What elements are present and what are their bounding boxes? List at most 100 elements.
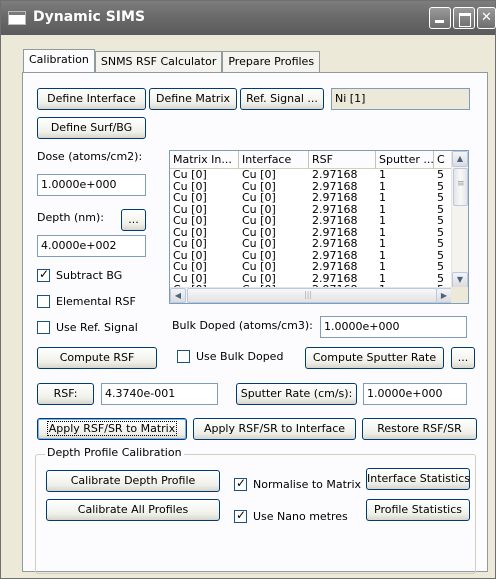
restore-rsf-sr-button[interactable]: Restore RSF/SR bbox=[362, 418, 477, 440]
minimize-button[interactable] bbox=[429, 7, 451, 29]
cell-c: 5 bbox=[437, 226, 444, 238]
profile-statistics-button[interactable]: Profile Statistics bbox=[366, 499, 470, 521]
depth-profile-calibration-title: Depth Profile Calibration bbox=[45, 446, 184, 459]
define-interface-button[interactable]: Define Interface bbox=[37, 88, 146, 110]
vertical-scroll-thumb[interactable] bbox=[453, 168, 468, 206]
close-icon: ✕ bbox=[481, 10, 492, 25]
use-ref-signal-label: Use Ref. Signal bbox=[56, 320, 138, 334]
window-title: Dynamic SIMS bbox=[33, 9, 146, 25]
scroll-down-arrow-icon[interactable]: ▼ bbox=[452, 272, 468, 288]
table-row[interactable]: Cu [0] Cu [0] 2.97168 1 5 bbox=[170, 215, 452, 227]
use-nano-metres-label: Use Nano metres bbox=[253, 509, 348, 523]
compute-rsf-button[interactable]: Compute RSF bbox=[37, 347, 157, 369]
rsf-button[interactable]: RSF: bbox=[37, 383, 94, 405]
tab-snms-rsf-calculator[interactable]: SNMS RSF Calculator bbox=[94, 51, 223, 73]
column-header-interface[interactable]: Interface bbox=[239, 151, 309, 169]
horizontal-scrollbar[interactable]: ◀ ▶ bbox=[170, 287, 452, 303]
table-row[interactable]: Cu [0] Cu [0] 2.97168 1 5 bbox=[170, 227, 452, 239]
subtract-bg-checkbox[interactable]: Subtract BG bbox=[37, 267, 123, 282]
table-row[interactable]: Cu [0] Cu [0] 2.97168 1 5 bbox=[170, 192, 452, 204]
apply-rsf-sr-to-matrix-button[interactable]: Apply RSF/SR to Matrix bbox=[37, 418, 187, 440]
cell-c: 5 bbox=[437, 272, 444, 284]
use-bulk-doped-checkbox[interactable]: Use Bulk Doped bbox=[177, 349, 283, 363]
vertical-scrollbar[interactable]: ▲ ▼ bbox=[451, 151, 468, 288]
dose-input[interactable]: 1.0000e+000 bbox=[37, 174, 146, 196]
title-bar[interactable]: Dynamic SIMS ✕ bbox=[1, 1, 496, 35]
tab-prepare-profiles[interactable]: Prepare Profiles bbox=[222, 51, 321, 73]
ref-signal-field: Ni [1] bbox=[331, 88, 470, 110]
checkbox-checked-icon bbox=[234, 476, 247, 491]
close-button[interactable]: ✕ bbox=[477, 7, 496, 29]
checkbox-checked-icon bbox=[234, 508, 247, 523]
define-surf-bg-button[interactable]: Define Surf/BG bbox=[37, 117, 146, 139]
sputter-rate-input[interactable]: 1.0000e+000 bbox=[363, 383, 467, 405]
cell-rsf: 2.97168 bbox=[312, 238, 358, 250]
subtract-bg-label: Subtract BG bbox=[56, 268, 123, 282]
scroll-right-arrow-icon[interactable]: ▶ bbox=[436, 288, 452, 303]
column-header-c[interactable]: C bbox=[434, 151, 452, 169]
cell-c: 5 bbox=[437, 261, 444, 273]
normalise-to-matrix-checkbox[interactable]: Normalise to Matrix bbox=[234, 476, 362, 491]
calibration-table[interactable]: Matrix In... Interface RSF Sputter ... C… bbox=[169, 150, 469, 304]
table-row[interactable]: Cu [0] Cu [0] 2.97168 1 5 bbox=[170, 238, 452, 250]
table-row[interactable]: Cu [0] Cu [0] 2.97168 1 5 bbox=[170, 204, 452, 216]
bulk-doped-input[interactable]: 1.0000e+000 bbox=[320, 316, 467, 338]
cell-c: 5 bbox=[437, 249, 444, 261]
cell-rsf: 2.97168 bbox=[312, 215, 358, 227]
cell-matrix: Cu [0] bbox=[173, 272, 207, 284]
table-row[interactable]: Cu [0] Cu [0] 2.97168 1 5 bbox=[170, 250, 452, 262]
checkbox-empty-icon bbox=[37, 320, 50, 334]
table-header: Matrix In... Interface RSF Sputter ... C bbox=[170, 151, 452, 169]
elemental-rsf-checkbox[interactable]: Elemental RSF bbox=[37, 294, 136, 308]
scroll-corner bbox=[451, 287, 468, 303]
cell-rsf: 2.97168 bbox=[312, 203, 358, 215]
sputter-options-button[interactable]: ... bbox=[451, 347, 475, 369]
use-nano-metres-checkbox[interactable]: Use Nano metres bbox=[234, 508, 348, 523]
depth-browse-button[interactable]: ... bbox=[121, 209, 146, 231]
cell-matrix: Cu [0] bbox=[173, 238, 207, 250]
cell-sputter: 1 bbox=[379, 203, 386, 215]
rsf-input[interactable]: 4.3740e-001 bbox=[101, 383, 218, 405]
cell-sputter: 1 bbox=[379, 261, 386, 273]
cell-sputter: 1 bbox=[379, 249, 386, 261]
cell-c: 5 bbox=[437, 192, 444, 204]
ref-signal-button[interactable]: Ref. Signal ... bbox=[240, 88, 324, 110]
interface-statistics-button[interactable]: Interface Statistics bbox=[366, 468, 470, 490]
cell-interface: Cu [0] bbox=[242, 249, 276, 261]
table-row[interactable]: Cu [0] Cu [0] 2.97168 1 5 bbox=[170, 273, 452, 285]
cell-rsf: 2.97168 bbox=[312, 272, 358, 284]
table-row[interactable]: Cu [0] Cu [0] 2.97168 1 5 bbox=[170, 181, 452, 193]
checkbox-empty-icon bbox=[37, 294, 50, 308]
table-row[interactable]: Cu [0] Cu [0] 2.97168 1 5 bbox=[170, 261, 452, 273]
scroll-left-arrow-icon[interactable]: ◀ bbox=[170, 288, 186, 303]
depth-input[interactable]: 4.0000e+002 bbox=[37, 235, 146, 257]
compute-sputter-rate-button[interactable]: Compute Sputter Rate bbox=[305, 347, 444, 369]
table-row[interactable]: Cu [0] Cu [0] 2.97168 1 5 bbox=[170, 169, 452, 181]
use-ref-signal-checkbox[interactable]: Use Ref. Signal bbox=[37, 320, 138, 334]
sputter-rate-button[interactable]: Sputter Rate (cm/s): bbox=[236, 383, 357, 405]
cell-rsf: 2.97168 bbox=[312, 192, 358, 204]
cell-matrix: Cu [0] bbox=[173, 180, 207, 192]
tab-calibration[interactable]: Calibration bbox=[23, 49, 95, 73]
cell-interface: Cu [0] bbox=[242, 226, 276, 238]
checkbox-empty-icon bbox=[177, 349, 190, 363]
apply-rsf-sr-to-interface-button[interactable]: Apply RSF/SR to Interface bbox=[193, 418, 356, 440]
calibrate-all-profiles-button[interactable]: Calibrate All Profiles bbox=[46, 499, 220, 521]
scroll-up-arrow-icon[interactable]: ▲ bbox=[452, 151, 468, 167]
cell-c: 5 bbox=[437, 215, 444, 227]
horizontal-scroll-thumb[interactable] bbox=[187, 288, 437, 303]
cell-interface: Cu [0] bbox=[242, 272, 276, 284]
maximize-button[interactable] bbox=[453, 7, 475, 29]
column-header-rsf[interactable]: RSF bbox=[309, 151, 376, 169]
column-header-matrix[interactable]: Matrix In... bbox=[170, 151, 239, 169]
cell-sputter: 1 bbox=[379, 238, 386, 250]
tab-strip: Calibration SNMS RSF Calculator Prepare … bbox=[23, 49, 321, 73]
column-header-sputter[interactable]: Sputter ... bbox=[376, 151, 434, 169]
calibrate-depth-profile-button[interactable]: Calibrate Depth Profile bbox=[46, 470, 220, 492]
define-matrix-button[interactable]: Define Matrix bbox=[149, 88, 237, 110]
cell-rsf: 2.97168 bbox=[312, 180, 358, 192]
cell-rsf: 2.97168 bbox=[312, 226, 358, 238]
normalise-to-matrix-label: Normalise to Matrix bbox=[253, 477, 362, 491]
cell-matrix: Cu [0] bbox=[173, 226, 207, 238]
app-window-icon bbox=[8, 11, 26, 25]
